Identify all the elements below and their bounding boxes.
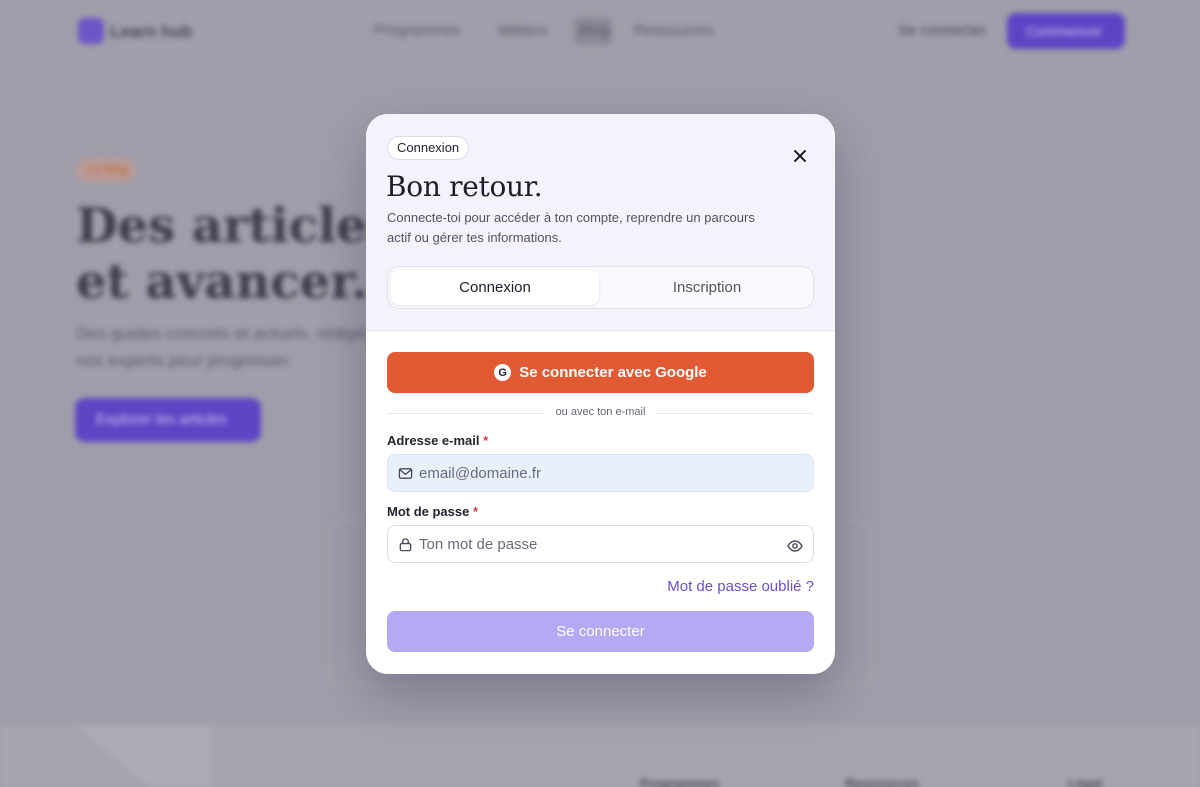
modal-chip: Connexion <box>387 136 470 160</box>
modal-header: Connexion Bon retour. Connecte-toi pour … <box>366 114 835 331</box>
header-cta-label: Commencer <box>1026 23 1103 39</box>
email-divider: ou avec ton e-mail <box>387 405 814 421</box>
logo-icon <box>78 18 104 44</box>
eye-icon[interactable] <box>787 538 803 554</box>
nav-item-programmes[interactable]: Programmes <box>374 22 460 39</box>
hero-subtitle: Des guides concrets et actuels, rédigés … <box>76 320 402 374</box>
google-icon: G <box>494 364 512 381</box>
hero-subtitle-line-2: nos experts pour progresser. <box>76 351 293 370</box>
hero-button-label: Explorer les articles <box>96 411 227 428</box>
submit-login-button[interactable]: Se connecter <box>387 611 814 652</box>
nav-item-metiers[interactable]: Métiers <box>498 22 547 39</box>
footer-col-ressources: Ressources <box>845 776 919 787</box>
google-login-label: Se connecter avec Google <box>519 364 707 381</box>
google-login-button[interactable]: G Se connecter avec Google <box>387 352 814 393</box>
email-required-mark: * <box>483 433 489 448</box>
password-label-text: Mot de passe <box>387 504 470 519</box>
blog-badge-label: Le blog <box>88 162 128 176</box>
modal-title: Bon retour. <box>386 170 543 203</box>
nav-item-ressources[interactable]: Ressources <box>634 22 713 39</box>
auth-tabs: Connexion Inscription <box>387 266 814 309</box>
password-field <box>387 525 814 563</box>
password-required-mark: * <box>472 504 479 519</box>
logo-text: Learn hub <box>110 22 193 41</box>
divider-text: ou avec ton e-mail <box>555 406 646 418</box>
email-label-text: Adresse e-mail <box>387 433 480 448</box>
modal-subtitle: Connecte-toi pour accéder à ton compte, … <box>387 210 755 245</box>
password-input[interactable] <box>419 526 779 562</box>
hero-subtitle-line-1: Des guides concrets et actuels, rédigés … <box>76 324 403 343</box>
site-header: Learn hub Programmes Métiers Blog Ressou… <box>0 0 1200 64</box>
close-icon <box>794 150 806 162</box>
mail-icon <box>398 468 413 479</box>
email-input[interactable] <box>419 455 779 491</box>
footer-col-programmes: Programmes <box>640 776 720 787</box>
email-field <box>387 454 814 492</box>
password-label: Mot de passe * <box>387 504 478 519</box>
tab-connexion[interactable]: Connexion <box>391 270 599 305</box>
nav-item-blog[interactable]: Blog <box>579 22 609 39</box>
email-label: Adresse e-mail * <box>387 433 488 448</box>
lock-icon <box>399 538 412 552</box>
header-login-link[interactable]: Se connecter <box>898 22 986 39</box>
footer-col-legal: Légal <box>1068 776 1102 787</box>
forgot-password-link[interactable]: Mot de passe oublié ? <box>667 578 814 595</box>
tab-inscription[interactable]: Inscription <box>603 270 811 305</box>
close-button[interactable] <box>786 142 814 170</box>
login-modal: Connexion Bon retour. Connecte-toi pour … <box>366 114 835 674</box>
